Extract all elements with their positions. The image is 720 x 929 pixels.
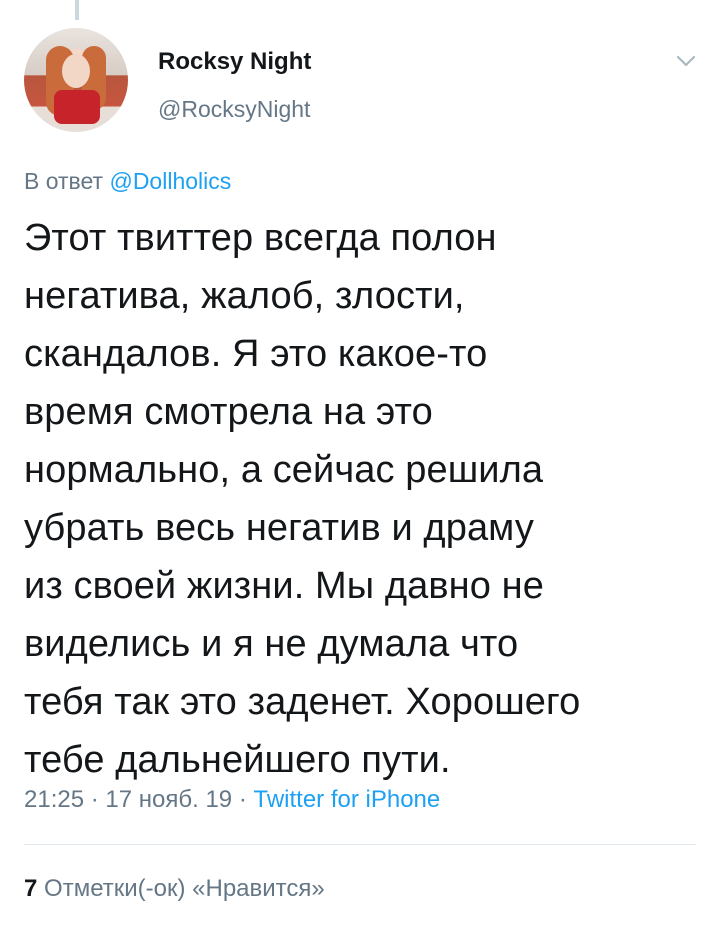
meta-separator: · bbox=[238, 786, 247, 813]
avatar[interactable] bbox=[24, 28, 128, 132]
avatar-top bbox=[54, 90, 100, 124]
reply-context: В ответ @Dollholics bbox=[24, 168, 231, 195]
chevron-down-icon[interactable] bbox=[676, 54, 696, 68]
reply-to-link[interactable]: @Dollholics bbox=[109, 168, 231, 194]
tweet-meta: 21:25 · 17 нояб. 19 · Twitter for iPhone bbox=[24, 786, 440, 814]
divider bbox=[24, 844, 696, 845]
avatar-face bbox=[62, 54, 90, 88]
author-name[interactable]: Rocksy Night bbox=[158, 48, 311, 76]
likes-count: 7 bbox=[24, 875, 38, 902]
meta-separator: · bbox=[90, 786, 99, 813]
tweet-text: Этот твиттер всегда полон негатива, жало… bbox=[24, 217, 581, 781]
thread-connector-line bbox=[75, 0, 79, 20]
author-handle[interactable]: @RocksyNight bbox=[158, 96, 310, 123]
tweet-date: 17 нояб. 19 bbox=[105, 786, 233, 813]
tweet-time: 21:25 bbox=[24, 786, 85, 813]
likes-label: Отметки(-ок) «Нравится» bbox=[44, 875, 325, 902]
reply-prefix: В ответ bbox=[24, 168, 104, 194]
tweet-source-link[interactable]: Twitter for iPhone bbox=[254, 786, 441, 813]
likes-row[interactable]: 7 Отметки(-ок) «Нравится» bbox=[24, 875, 325, 903]
